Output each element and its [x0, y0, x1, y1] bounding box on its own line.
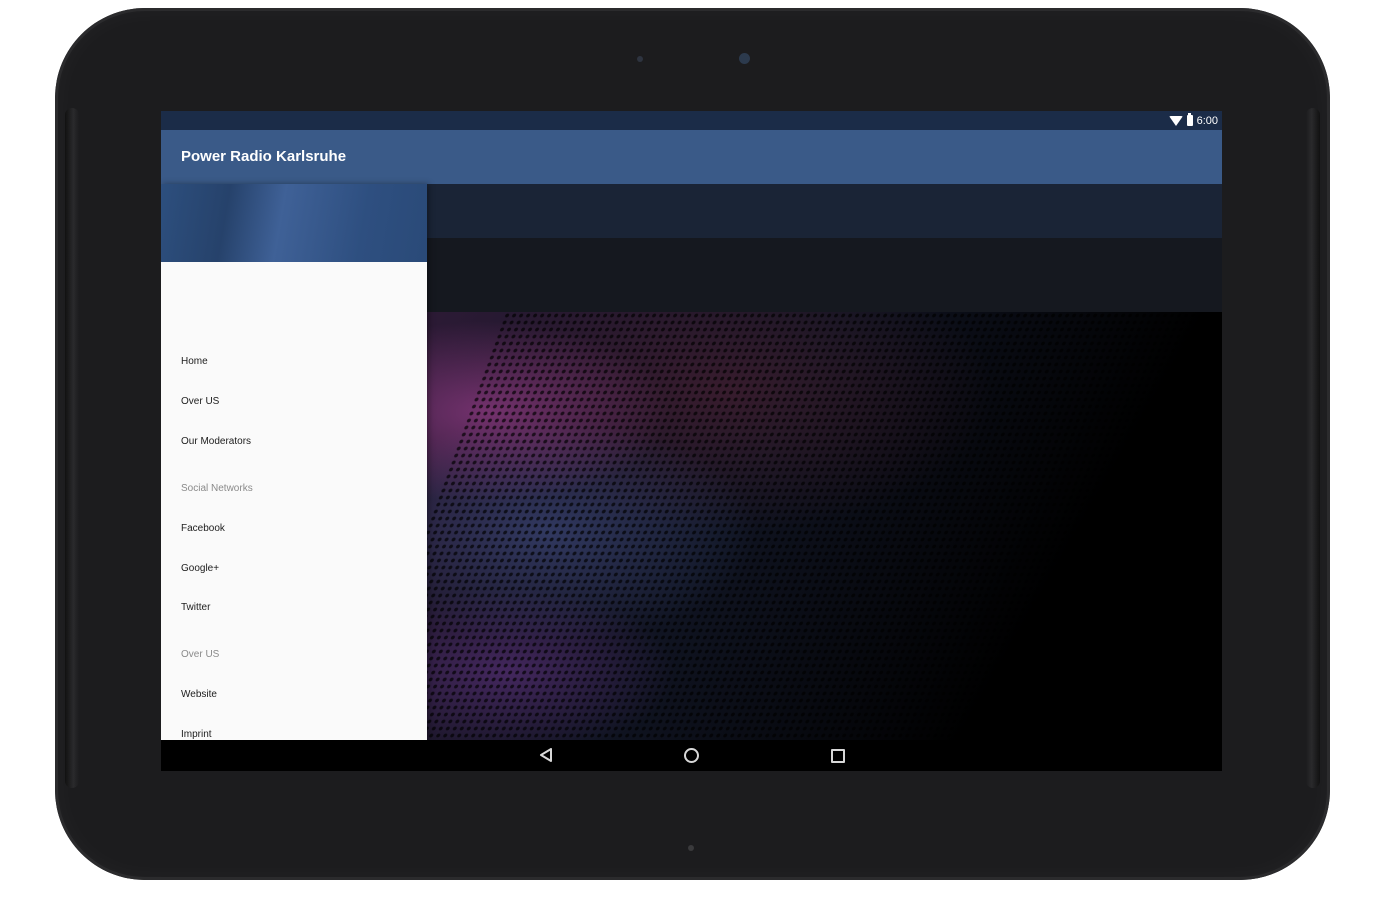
drawer-item-home[interactable]: Home — [181, 356, 208, 367]
drawer-item-imprint[interactable]: Imprint — [181, 729, 212, 740]
device-screen: 6:00 Power Radio Karlsruhe Home Over US … — [161, 111, 1222, 771]
app-title: Power Radio Karlsruhe — [181, 148, 347, 165]
drawer-item-over-us[interactable]: Over US — [181, 396, 219, 407]
navigation-drawer: Home Over US Our Moderators Social Netwo… — [161, 184, 427, 740]
drawer-item-twitter[interactable]: Twitter — [181, 602, 210, 613]
halftone-pattern — [427, 312, 1222, 740]
light-sensor — [637, 56, 643, 62]
drawer-item-our-moderators[interactable]: Our Moderators — [181, 436, 251, 447]
status-bar: 6:00 — [161, 111, 1222, 130]
home-icon[interactable] — [684, 748, 699, 763]
main-content — [427, 184, 1222, 740]
app-bar: Power Radio Karlsruhe — [161, 130, 1222, 184]
content-header-band — [427, 184, 1222, 238]
notification-led — [688, 845, 694, 851]
status-icons: 6:00 — [1168, 113, 1218, 128]
recents-icon[interactable] — [831, 749, 845, 763]
front-camera — [739, 53, 750, 64]
tablet-side-left — [65, 108, 79, 788]
drawer-item-website[interactable]: Website — [181, 689, 217, 700]
drawer-header — [161, 184, 427, 262]
status-time: 6:00 — [1196, 114, 1218, 127]
back-icon[interactable] — [539, 748, 553, 762]
tablet-side-right — [1306, 108, 1320, 788]
system-nav-bar — [161, 740, 1222, 771]
drawer-item-facebook[interactable]: Facebook — [181, 523, 225, 534]
background-artwork — [427, 312, 1222, 740]
battery-icon — [1186, 113, 1193, 126]
drawer-section-social-networks: Social Networks — [181, 483, 253, 494]
content-info-band — [427, 238, 1222, 312]
wifi-icon — [1168, 115, 1183, 126]
drawer-item-google-plus[interactable]: Google+ — [181, 563, 219, 574]
drawer-section-over-us: Over US — [181, 649, 220, 660]
